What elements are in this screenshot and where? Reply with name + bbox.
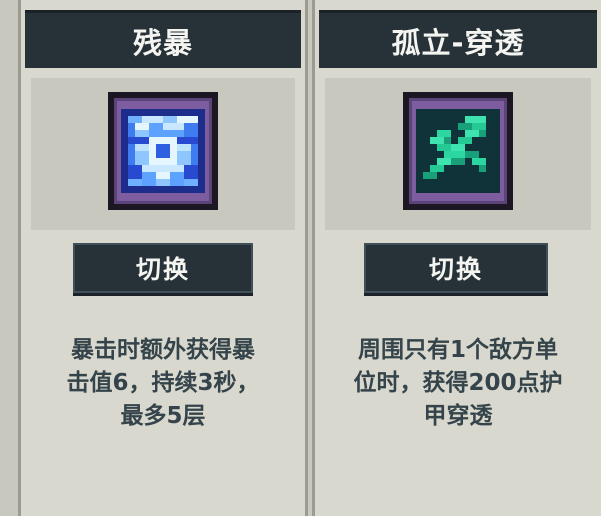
talent-description: 周围只有1个敌方单 位时，获得200点护 甲穿透: [353, 337, 563, 429]
talent-card-brutal: 残暴 切换 暴击时额外获得暴 击值6，持续3秒， 最多5层: [18, 0, 308, 516]
icon-panel: [31, 78, 295, 230]
switch-button[interactable]: 切换: [73, 243, 253, 293]
switch-button[interactable]: 切换: [364, 243, 548, 293]
shattered-crystal-icon: [121, 105, 205, 197]
talent-card-isolation-penetration: 孤立-穿透 切换 周围只有1个敌方单 位时，获得200点护 甲穿透: [312, 0, 601, 516]
talent-icon-frame: [403, 92, 513, 210]
piercing-arrow-icon: [416, 105, 500, 197]
card-title: 孤立-穿透: [319, 10, 597, 68]
talent-selection-screen: 残暴 切换 暴击时额外获得暴 击值6，持续3秒， 最多5层 孤立-穿透 切换 周…: [0, 0, 601, 516]
card-title: 残暴: [25, 10, 301, 68]
talent-description: 暴击时额外获得暴 击值6，持续3秒， 最多5层: [66, 337, 260, 429]
talent-icon-frame: [108, 92, 218, 210]
icon-panel: [325, 78, 591, 230]
